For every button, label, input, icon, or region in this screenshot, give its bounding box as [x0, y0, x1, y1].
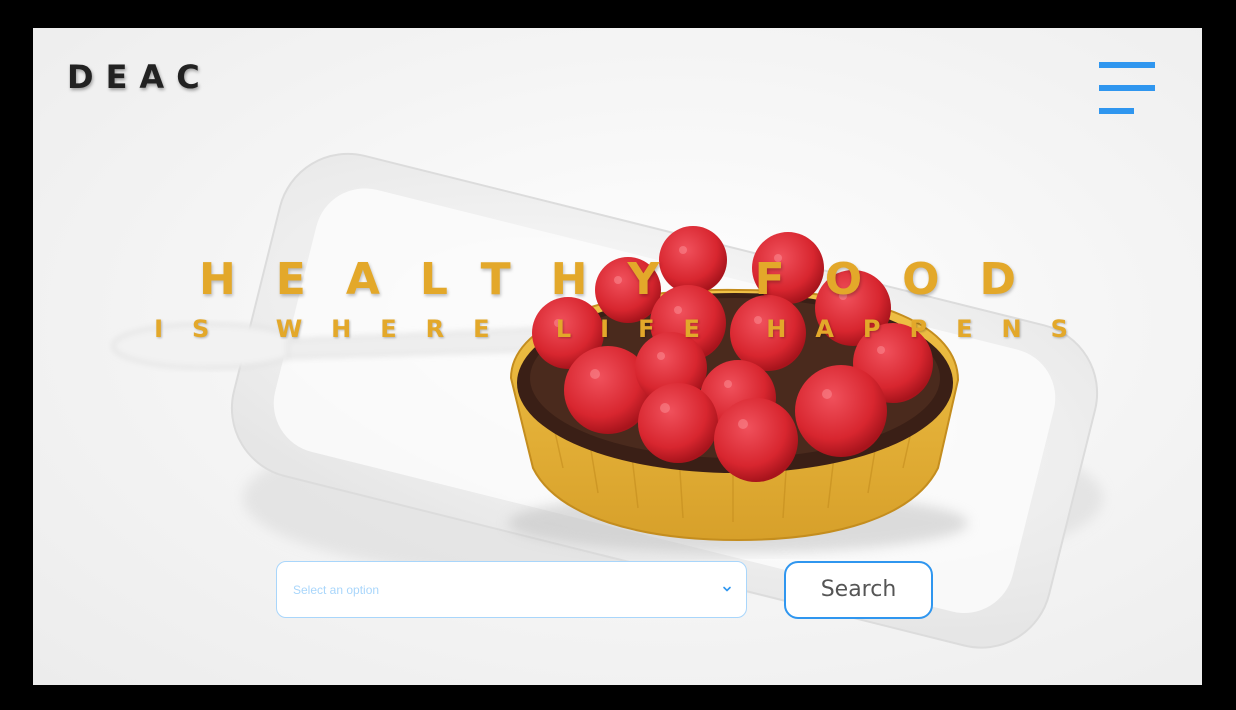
site-logo[interactable]: DEAC [67, 58, 212, 96]
option-select[interactable]: Select an option [276, 561, 747, 618]
menu-bar-bottom [1099, 108, 1134, 114]
menu-bar-middle [1099, 85, 1155, 91]
hamburger-menu-icon [1099, 62, 1155, 68]
chevron-down-icon [723, 586, 731, 592]
hero-headline: HEALTHY FOOD IS WHERE LIFE HAPPENS [33, 254, 1202, 343]
hero-title: HEALTHY FOOD [198, 254, 1057, 305]
hero-subtitle: IS WHERE LIFE HAPPENS [154, 315, 1097, 343]
select-placeholder: Select an option [293, 583, 380, 597]
search-button[interactable]: Search [784, 561, 933, 619]
page-frame: DEAC HEALTHY FOOD IS WHERE LIFE HAPPENS … [33, 28, 1202, 685]
hamburger-menu-button[interactable] [1097, 62, 1155, 116]
